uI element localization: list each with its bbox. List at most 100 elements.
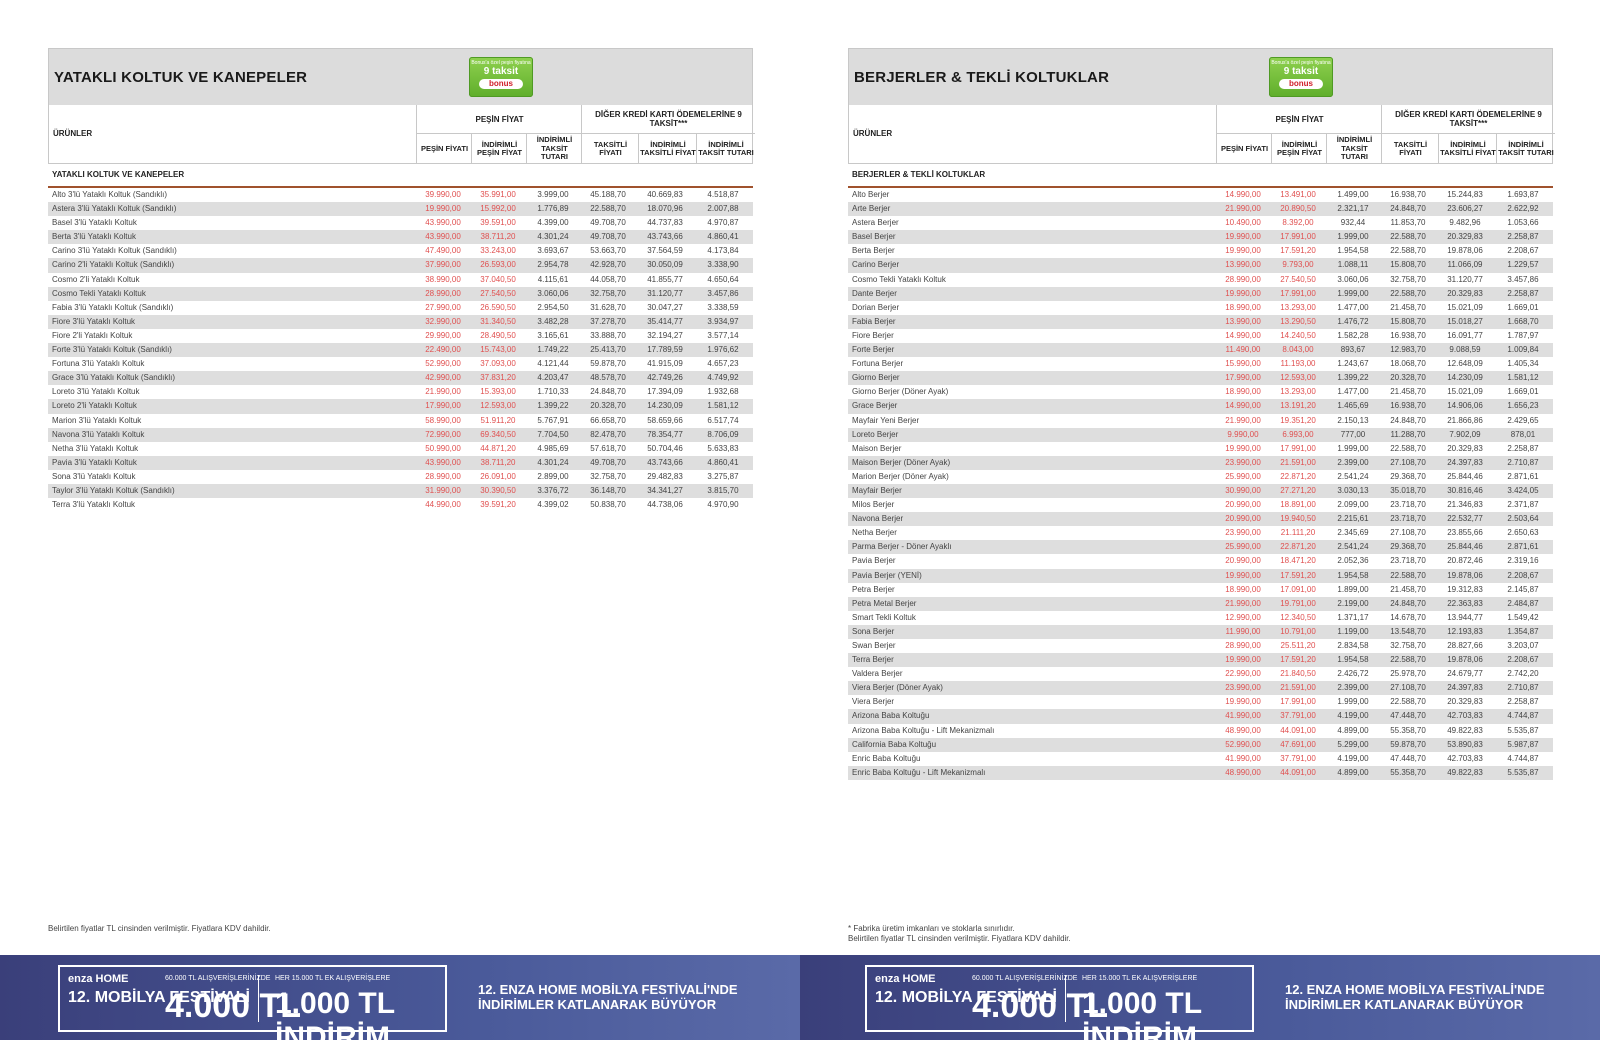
product-name: Marion 3'lü Yataklı Koltuk xyxy=(52,415,142,425)
price-cell: 1.476,72 xyxy=(1337,316,1369,326)
price-cell: 23.990,00 xyxy=(1225,528,1261,538)
price-cell: 28.990,00 xyxy=(425,471,461,481)
price-cell: 19.351,20 xyxy=(1280,415,1316,425)
price-cell: 8.392,00 xyxy=(1282,218,1314,228)
price-cell: 30.816,46 xyxy=(1447,485,1483,495)
product-name: Mayfair Berjer xyxy=(852,485,902,495)
price-cell: 4.399,02 xyxy=(537,500,569,510)
promo-line2: 9 taksit xyxy=(1283,66,1319,77)
price-cell: 26.590,50 xyxy=(480,302,516,312)
price-cell: 4.860,41 xyxy=(707,232,739,242)
price-cell: 1.999,00 xyxy=(1337,232,1369,242)
urunler-header: ÜRÜNLER xyxy=(53,129,93,138)
price-cell: 2.258,87 xyxy=(1507,288,1539,298)
price-cell: 4.199,00 xyxy=(1337,711,1369,721)
price-cell: 22.871,20 xyxy=(1280,471,1316,481)
product-name: Fiore Berjer xyxy=(852,330,894,340)
table-row: Maison Berjer (Döner Ayak) 23.990,00 21.59… xyxy=(848,455,1553,470)
price-cell: 25.413,70 xyxy=(590,345,626,355)
table-row: Arizona Baba Koltuğu - Lift Mekanizmalı 4… xyxy=(848,724,1553,738)
product-name: Alto Berjer xyxy=(852,190,890,199)
price-cell: 15.992,00 xyxy=(480,204,516,214)
price-cell: 2.321,17 xyxy=(1337,204,1369,214)
table-row: Viera Berjer (Döner Ayak) 23.990,00 21.591… xyxy=(848,681,1553,696)
price-cell: 24.848,70 xyxy=(1390,598,1426,608)
price-cell: 1.549,42 xyxy=(1507,612,1539,622)
table-row: Enric Baba Koltuğu - Lift Mekanizmalı 48.… xyxy=(848,765,1553,780)
product-name: Berta Berjer xyxy=(852,246,895,256)
product-name: Taylor 3'lü Yataklı Koltuk (Sandıklı) xyxy=(52,485,175,495)
price-cell: 2.710,87 xyxy=(1507,683,1539,693)
price-cell: 28.990,00 xyxy=(1225,641,1261,650)
bonus-promo-badge: Bonus'a özel peşin fiyatına 9 taksit bon… xyxy=(1269,57,1333,97)
price-cell: 17.991,00 xyxy=(1280,697,1316,707)
product-name: Berta 3'lü Yataklı Koltuk xyxy=(52,232,136,242)
table-body: Alto 3'lü Yataklı Koltuk (Sandıklı) 39.99… xyxy=(48,188,753,512)
product-name: Forte Berjer xyxy=(852,345,895,355)
price-cell: 14.906,06 xyxy=(1447,401,1483,411)
sub-header: İNDİRİMLİ TAKSİT TUTARI xyxy=(696,133,755,164)
price-cell: 18.891,00 xyxy=(1280,500,1316,510)
price-cell: 31.628,70 xyxy=(590,302,626,312)
price-cell: 19.878,06 xyxy=(1447,246,1483,256)
price-cell: 2.484,87 xyxy=(1507,598,1539,608)
festival-banner: enza HOME 12. MOBİLYA FESTİVALİ 60.000 T… xyxy=(800,955,1600,1040)
product-name: Terra Berjer xyxy=(852,655,894,665)
price-cell: 12.340,50 xyxy=(1280,612,1316,622)
price-cell: 1.581,12 xyxy=(1507,373,1539,383)
table-row: Netha 3'lü Yataklı Koltuk 50.990,00 44.871… xyxy=(48,442,753,456)
price-cell: 50.838,70 xyxy=(590,500,626,510)
price-cell: 2.541,24 xyxy=(1337,471,1369,481)
urunler-header: ÜRÜNLER xyxy=(853,129,893,138)
price-cell: 1.749,22 xyxy=(537,345,569,355)
price-cell: 2.954,50 xyxy=(537,302,569,312)
product-name: Cosmo Tekli Yataklı Koltuk xyxy=(852,274,946,284)
price-cell: 4.899,00 xyxy=(1337,767,1369,777)
table-row: Mayfair Yeni Berjer 21.990,00 19.351,20 2.1… xyxy=(848,414,1553,428)
price-cell: 17.990,00 xyxy=(1225,373,1261,383)
table-row: Cosmo Tekli Yataklı Koltuk 28.990,00 27.54… xyxy=(48,286,753,301)
price-cell: 27.108,70 xyxy=(1390,683,1426,693)
festival-banner: enza HOME 12. MOBİLYA FESTİVALİ 60.000 T… xyxy=(0,955,800,1040)
price-cell: 19.990,00 xyxy=(425,204,461,214)
price-cell: 5.535,87 xyxy=(1507,767,1539,777)
product-name: Fortuna 3'lü Yataklı Koltuk xyxy=(52,359,145,369)
table-row: Cosmo 2'li Yataklı Koltuk 38.990,00 37.040… xyxy=(48,273,753,287)
price-cell: 1.243,67 xyxy=(1337,359,1369,369)
price-cell: 2.099,00 xyxy=(1337,500,1369,510)
price-cell: 22.588,70 xyxy=(1390,570,1426,580)
price-cell: 4.173,84 xyxy=(707,246,739,256)
price-cell: 17.591,20 xyxy=(1280,246,1316,256)
product-name: Fiore 2'li Yataklı Koltuk xyxy=(52,330,133,340)
table-row: Dorian Berjer 18.990,00 13.293,00 1.477,00 2… xyxy=(848,301,1553,315)
table-row: Dante Berjer 19.990,00 17.991,00 1.999,00 22… xyxy=(848,286,1553,301)
price-cell: 24.848,70 xyxy=(590,387,626,397)
price-cell: 3.203,07 xyxy=(1507,641,1539,650)
price-cell: 13.191,20 xyxy=(1280,401,1316,411)
price-cell: 1.053,66 xyxy=(1507,218,1539,228)
product-name: Netha 3'lü Yataklı Koltuk xyxy=(52,443,139,453)
table-row: Sona 3'lü Yataklı Koltuk 28.990,00 26.091,… xyxy=(48,470,753,484)
product-name: Valdera Berjer xyxy=(852,669,903,679)
price-cell: 12.990,00 xyxy=(1225,612,1261,622)
price-cell: 13.293,00 xyxy=(1280,302,1316,312)
price-cell: 2.426,72 xyxy=(1337,669,1369,679)
price-cell: 4.203,47 xyxy=(537,373,569,383)
price-cell: 5.767,91 xyxy=(537,415,569,425)
price-cell: 7.704,50 xyxy=(537,429,569,439)
table-row: Marion Berjer (Döner Ayak) 25.990,00 22.87… xyxy=(848,470,1553,484)
price-cell: 777,00 xyxy=(1340,429,1366,439)
price-cell: 2.258,87 xyxy=(1507,232,1539,242)
price-cell: 49.822,83 xyxy=(1447,767,1483,777)
price-cell: 21.990,00 xyxy=(425,387,461,397)
product-name: Sona 3'lü Yataklı Koltuk xyxy=(52,471,136,481)
price-cell: 29.368,70 xyxy=(1390,471,1426,481)
price-cell: 2.622,92 xyxy=(1507,204,1539,214)
price-cell: 23.990,00 xyxy=(1225,683,1261,693)
price-cell: 28.490,50 xyxy=(480,330,516,340)
table-row: Loreto Berjer 9.990,00 6.993,00 777,00 11.28… xyxy=(848,427,1553,442)
price-cell: 11.853,70 xyxy=(1390,218,1426,228)
price-cell: 24.679,77 xyxy=(1447,669,1483,679)
price-cell: 9.990,00 xyxy=(1227,429,1259,439)
price-cell: 2.871,61 xyxy=(1507,471,1539,481)
